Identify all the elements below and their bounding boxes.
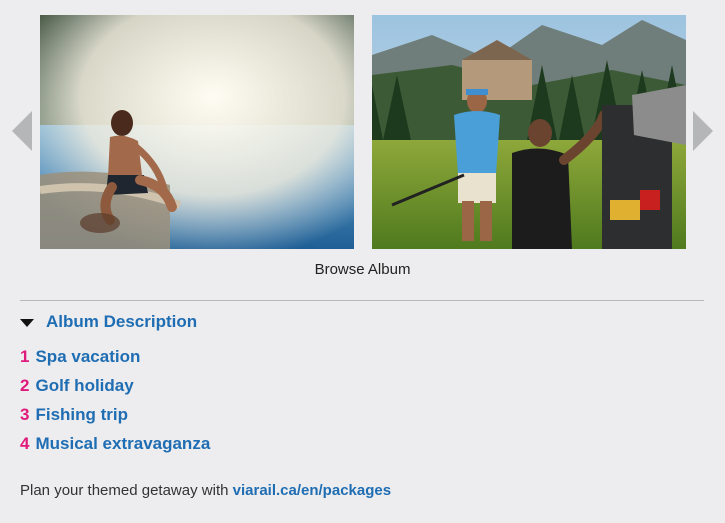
- previous-arrow-icon[interactable]: [12, 111, 32, 151]
- album-photo-golf[interactable]: [372, 15, 686, 249]
- item-link-golf-holiday[interactable]: Golf holiday: [35, 376, 133, 395]
- next-arrow-icon[interactable]: [693, 111, 713, 151]
- golf-course-image: [372, 15, 686, 249]
- item-link-spa-vacation[interactable]: Spa vacation: [35, 347, 140, 366]
- album-item-list: 1 Spa vacation 2 Golf holiday 3 Fishing tri…: [20, 346, 210, 462]
- item-link-musical-extravaganza[interactable]: Musical extravaganza: [35, 434, 210, 453]
- browse-album-label: Browse Album: [314, 261, 411, 278]
- item-number: 3: [20, 405, 30, 424]
- item-number: 4: [20, 434, 30, 453]
- album-description-toggle[interactable]: Album Description: [20, 312, 197, 332]
- spa-hot-spring-image: [40, 15, 354, 249]
- item-number: 1: [20, 347, 30, 366]
- album-description-title: Album Description: [46, 312, 198, 331]
- list-item: 4 Musical extravaganza: [20, 433, 210, 462]
- triangle-down-icon: [20, 318, 34, 327]
- footer-prefix: Plan your themed getaway with: [20, 482, 233, 499]
- section-divider: [20, 300, 704, 301]
- footer-text: Plan your themed getaway with viarail.ca…: [20, 482, 391, 499]
- list-item: 2 Golf holiday: [20, 375, 210, 404]
- item-link-fishing-trip[interactable]: Fishing trip: [35, 405, 128, 424]
- packages-link[interactable]: viarail.ca/en/packages: [233, 482, 391, 499]
- list-item: 1 Spa vacation: [20, 346, 210, 375]
- item-number: 2: [20, 376, 30, 395]
- list-item: 3 Fishing trip: [20, 404, 210, 433]
- photo-carousel: [0, 0, 725, 260]
- album-photo-spa[interactable]: [40, 15, 354, 249]
